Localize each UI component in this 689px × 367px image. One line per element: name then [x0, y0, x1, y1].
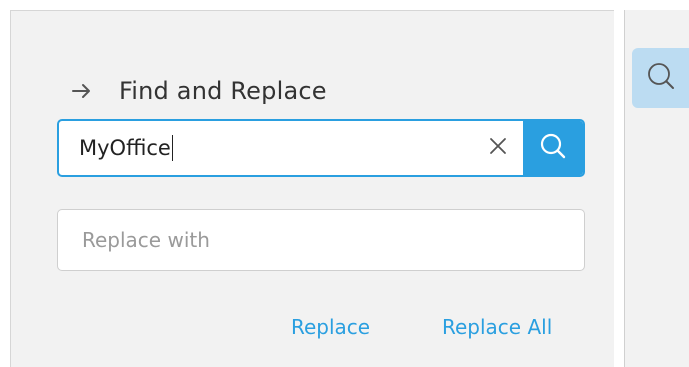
close-icon — [489, 137, 507, 159]
find-input-value: MyOffice — [79, 136, 171, 160]
find-field[interactable]: MyOffice — [57, 119, 585, 177]
search-button[interactable] — [523, 121, 583, 175]
search-icon — [646, 61, 676, 95]
arrow-right-icon[interactable] — [71, 80, 93, 102]
search-icon — [539, 132, 567, 164]
panel-title: Find and Replace — [119, 77, 327, 105]
text-caret — [171, 135, 174, 161]
clear-button[interactable] — [473, 121, 523, 175]
find-input[interactable]: MyOffice — [59, 121, 473, 175]
panel-header: Find and Replace — [71, 71, 327, 111]
replace-all-button[interactable]: Replace All — [442, 315, 552, 339]
side-search-button[interactable] — [632, 48, 689, 108]
replace-input[interactable] — [80, 227, 564, 253]
action-bar: Replace Replace All — [11, 315, 615, 349]
replace-button[interactable]: Replace — [291, 315, 370, 339]
replace-field[interactable] — [57, 209, 585, 271]
find-replace-panel: Find and Replace MyOffice Replace with R… — [10, 10, 614, 367]
